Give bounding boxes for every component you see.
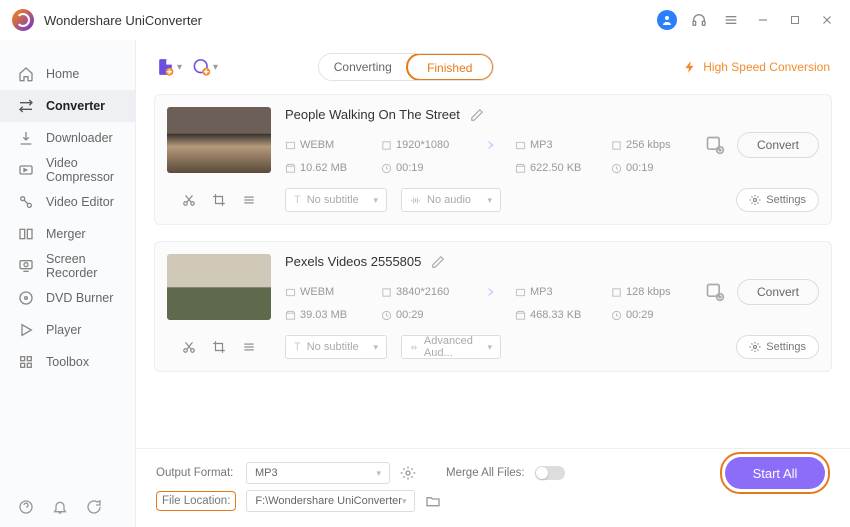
output-format-label: Output Format: [156,467,236,479]
thumbnail[interactable] [167,254,271,320]
output-format-dropdown[interactable]: MP3▾ [246,462,390,484]
trim-icon[interactable] [182,193,196,207]
settings-button[interactable]: Settings [736,335,819,359]
crop-icon[interactable] [212,193,226,207]
rename-icon[interactable] [470,108,484,122]
sidebar-label: Player [46,323,81,337]
file-location-label: File Location: [156,491,236,511]
sidebar-item-compressor[interactable]: Video Compressor [0,154,135,186]
sidebar-item-player[interactable]: Player [0,314,135,346]
trim-icon[interactable] [182,340,196,354]
minimize-button[interactable] [752,9,774,31]
open-folder-icon[interactable] [425,493,441,509]
high-speed-badge[interactable]: High Speed Conversion [683,60,830,74]
start-all-highlight: Start All [720,452,830,494]
sidebar-label: Downloader [46,131,113,145]
effects-icon[interactable] [242,340,256,354]
close-button[interactable] [816,9,838,31]
file-card: Pexels Videos 2555805 WEBM 3840*2160 MP3… [154,241,832,372]
effects-icon[interactable] [242,193,256,207]
headset-icon[interactable] [688,9,710,31]
file-title: People Walking On The Street [285,107,460,122]
sidebar-label: Toolbox [46,355,89,369]
crop-icon[interactable] [212,340,226,354]
sidebar-footer [0,487,135,527]
sidebar-item-toolbox[interactable]: Toolbox [0,346,135,378]
start-all-button[interactable]: Start All [725,457,825,489]
high-speed-label: High Speed Conversion [703,60,830,74]
tab-converting[interactable]: Converting [319,54,407,80]
maximize-button[interactable] [784,9,806,31]
feedback-icon[interactable] [86,499,102,515]
tab-finished[interactable]: Finished [406,53,494,81]
titlebar: Wondershare UniConverter [0,0,850,40]
sidebar-item-merger[interactable]: Merger [0,218,135,250]
sidebar-label: Screen Recorder [46,252,117,280]
bottom-bar: Output Format: MP3▾ Merge All Files: Sta… [136,448,850,527]
merge-toggle[interactable] [535,466,565,480]
sidebar-item-recorder[interactable]: Screen Recorder [0,250,135,282]
user-avatar[interactable] [656,9,678,31]
body: Home Converter Downloader Video Compress… [0,40,850,527]
thumbnail[interactable] [167,107,271,173]
sidebar-label: Video Editor [46,195,114,209]
merge-label: Merge All Files: [446,467,525,479]
file-location-dropdown[interactable]: F:\Wondershare UniConverter▾ [246,490,415,512]
sidebar-label: Video Compressor [46,156,117,184]
sidebar: Home Converter Downloader Video Compress… [0,40,136,527]
settings-button[interactable]: Settings [736,188,819,212]
output-settings-icon[interactable] [705,282,725,302]
subtitle-dropdown[interactable]: TNo subtitle▾ [285,335,387,359]
rename-icon[interactable] [431,255,445,269]
sidebar-item-home[interactable]: Home [0,58,135,90]
sidebar-label: Merger [46,227,86,241]
format-settings-icon[interactable] [400,465,416,481]
sidebar-item-downloader[interactable]: Downloader [0,122,135,154]
output-settings-icon[interactable] [705,135,725,155]
arrow-icon [475,133,499,157]
sidebar-label: Home [46,67,79,81]
audio-dropdown[interactable]: Advanced Aud...▾ [401,335,501,359]
add-folder-button[interactable]: ▾ [192,54,218,80]
sidebar-item-dvd[interactable]: DVD Burner [0,282,135,314]
lightning-icon [683,60,697,74]
convert-button[interactable]: Convert [737,279,819,305]
sidebar-item-converter[interactable]: Converter [0,90,135,122]
toolbar: ▾ ▾ Converting Finished High Speed Conve… [136,40,850,86]
app-logo [12,9,34,31]
bell-icon[interactable] [52,499,68,515]
menu-icon[interactable] [720,9,742,31]
file-list: People Walking On The Street WEBM 1920*1… [136,86,850,448]
arrow-icon [475,280,499,304]
subtitle-dropdown[interactable]: TNo subtitle▾ [285,188,387,212]
sidebar-item-editor[interactable]: Video Editor [0,186,135,218]
file-title: Pexels Videos 2555805 [285,254,421,269]
sidebar-label: Converter [46,99,105,113]
help-icon[interactable] [18,499,34,515]
convert-button[interactable]: Convert [737,132,819,158]
app-title: Wondershare UniConverter [44,13,202,28]
tab-segmented: Converting Finished [318,53,494,81]
file-card: People Walking On The Street WEBM 1920*1… [154,94,832,225]
add-file-button[interactable]: ▾ [156,54,182,80]
app-window: Wondershare UniConverter Home Converter … [0,0,850,527]
audio-dropdown[interactable]: No audio▾ [401,188,501,212]
sidebar-label: DVD Burner [46,291,113,305]
main-panel: ▾ ▾ Converting Finished High Speed Conve… [136,40,850,527]
